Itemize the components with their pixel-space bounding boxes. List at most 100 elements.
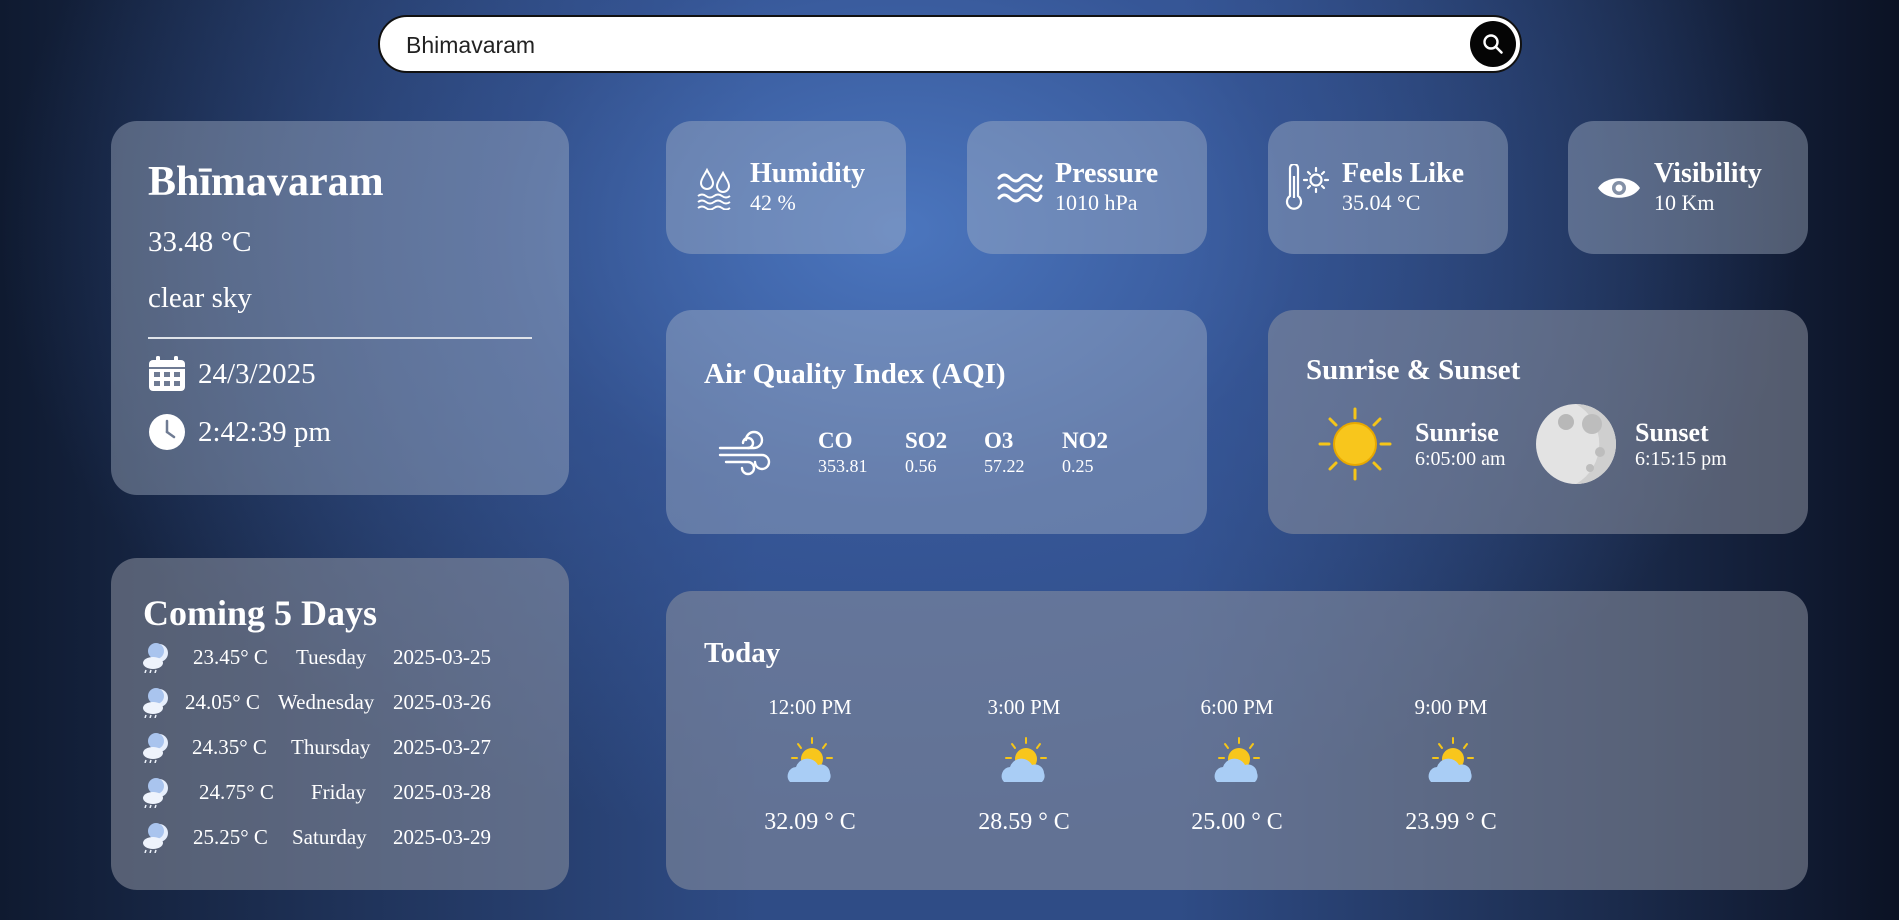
aqi-item-no2: NO2 0.25 bbox=[1062, 428, 1108, 477]
humidity-card: Humidity 42 % bbox=[666, 121, 906, 254]
forecast-card: Coming 5 Days 23.45° C Tuesday 2025-03-2… bbox=[111, 558, 569, 890]
forecast-row: 23.45° C Tuesday 2025-03-25 bbox=[141, 643, 501, 673]
forecast-date: 2025-03-26 bbox=[393, 690, 491, 714]
partly-cloudy-icon bbox=[1428, 737, 1474, 782]
aqi-item-value: 353.81 bbox=[818, 456, 868, 476]
wind-icon bbox=[718, 428, 774, 483]
aqi-item-name: CO bbox=[818, 428, 853, 453]
forecast-date: 2025-03-28 bbox=[393, 780, 491, 804]
city-name: Bhīmavaram bbox=[148, 159, 384, 205]
partly-cloudy-icon bbox=[1001, 737, 1047, 782]
hourly-slot: 9:00 PM 23.99 ° C bbox=[1381, 695, 1521, 836]
slot-temp: 28.59 ° C bbox=[978, 809, 1070, 835]
current-date: 24/3/2025 bbox=[198, 357, 316, 390]
divider bbox=[148, 337, 532, 339]
search-bar bbox=[378, 15, 1522, 73]
aqi-item-o3: O3 57.22 bbox=[984, 428, 1025, 477]
forecast-temp: 25.25° C bbox=[193, 825, 268, 849]
feels-like-card: Feels Like 35.04 °C bbox=[1268, 121, 1508, 254]
forecast-date: 2025-03-27 bbox=[393, 735, 491, 759]
visibility-label: Visibility bbox=[1654, 157, 1762, 189]
forecast-date: 2025-03-25 bbox=[393, 645, 491, 669]
humidity-label: Humidity bbox=[750, 157, 866, 189]
cloud-moon-icon bbox=[143, 823, 168, 853]
forecast-temp: 24.05° C bbox=[185, 690, 260, 714]
eye-icon bbox=[1594, 173, 1644, 203]
pressure-label: Pressure bbox=[1055, 157, 1159, 189]
aqi-card: Air Quality Index (AQI) CO 353.81 SO2 0.… bbox=[666, 310, 1207, 534]
sunrise-block: Sunrise 6:05:00 am bbox=[1415, 418, 1506, 471]
feels-like-value: 35.04 °C bbox=[1342, 189, 1421, 215]
visibility-value: 10 Km bbox=[1654, 189, 1715, 215]
aqi-item-so2: SO2 0.56 bbox=[905, 428, 947, 477]
forecast-day: Thursday bbox=[291, 735, 371, 759]
search-icon bbox=[1483, 34, 1503, 54]
sunset-time: 6:15:15 pm bbox=[1635, 448, 1727, 470]
pressure-card: Pressure 1010 hPa bbox=[967, 121, 1207, 254]
cloud-moon-icon bbox=[143, 778, 168, 808]
aqi-item-co: CO 353.81 bbox=[818, 428, 868, 477]
today-card: Today 12:00 PM 32.09 ° C 3:00 PM 28.59 °… bbox=[666, 591, 1808, 890]
forecast-row: 24.35° C Thursday 2025-03-27 bbox=[141, 733, 501, 763]
forecast-temp: 24.35° C bbox=[192, 735, 267, 759]
forecast-day: Friday bbox=[311, 780, 366, 804]
forecast-day: Tuesday bbox=[296, 645, 367, 669]
search-button[interactable] bbox=[1470, 21, 1516, 67]
pressure-value: 1010 hPa bbox=[1055, 189, 1138, 215]
slot-time: 12:00 PM bbox=[768, 695, 852, 719]
slot-temp: 23.99 ° C bbox=[1405, 809, 1497, 835]
date-row: 24/3/2025 bbox=[148, 356, 316, 392]
slot-temp: 25.00 ° C bbox=[1191, 809, 1283, 835]
hourly-slot: 3:00 PM 28.59 ° C bbox=[954, 695, 1094, 836]
sunset-block: Sunset 6:15:15 pm bbox=[1635, 418, 1727, 471]
cloud-moon-icon bbox=[143, 688, 168, 718]
forecast-row: 25.25° C Saturday 2025-03-29 bbox=[141, 823, 501, 853]
partly-cloudy-icon bbox=[1214, 737, 1260, 782]
forecast-title: Coming 5 Days bbox=[143, 593, 378, 633]
time-row: 2:42:39 pm bbox=[148, 413, 331, 451]
moon-icon bbox=[1536, 404, 1616, 484]
aqi-item-name: NO2 bbox=[1062, 428, 1108, 453]
aqi-item-name: SO2 bbox=[905, 428, 948, 453]
clock-icon bbox=[149, 414, 185, 450]
sunrise-time: 6:05:00 am bbox=[1415, 448, 1506, 470]
aqi-item-value: 57.22 bbox=[984, 456, 1025, 476]
hourly-slot: 6:00 PM 25.00 ° C bbox=[1167, 695, 1307, 836]
weather-description: clear sky bbox=[148, 282, 252, 314]
wave-icon bbox=[995, 171, 1045, 205]
cloud-moon-icon bbox=[143, 733, 168, 763]
sun-title: Sunrise & Sunset bbox=[1306, 354, 1521, 386]
slot-temp: 32.09 ° C bbox=[764, 809, 856, 835]
aqi-item-value: 0.56 bbox=[905, 456, 937, 476]
aqi-item-value: 0.25 bbox=[1062, 456, 1094, 476]
today-title: Today bbox=[704, 637, 781, 669]
forecast-temp: 24.75° C bbox=[199, 780, 274, 804]
aqi-item-name: O3 bbox=[984, 428, 1014, 453]
slot-time: 6:00 PM bbox=[1200, 695, 1274, 719]
forecast-date: 2025-03-29 bbox=[393, 825, 491, 849]
visibility-card: Visibility 10 Km bbox=[1568, 121, 1808, 254]
forecast-day: Saturday bbox=[292, 825, 367, 849]
thermometer-icon bbox=[1282, 163, 1332, 212]
forecast-row: 24.75° C Friday 2025-03-28 bbox=[141, 778, 501, 808]
sun-card: Sunrise & Sunset Sunrise 6:05:00 am Suns… bbox=[1268, 310, 1808, 534]
forecast-day: Wednesday bbox=[278, 690, 375, 714]
feels-like-label: Feels Like bbox=[1342, 157, 1465, 189]
hourly-slot: 12:00 PM 32.09 ° C bbox=[740, 695, 880, 836]
humidity-value: 42 % bbox=[750, 189, 796, 215]
current-temperature: 33.48 °C bbox=[148, 226, 252, 258]
sunset-label: Sunset bbox=[1635, 418, 1709, 447]
slot-time: 3:00 PM bbox=[987, 695, 1061, 719]
sun-icon bbox=[1318, 407, 1392, 481]
cloud-moon-icon bbox=[143, 643, 168, 673]
forecast-temp: 23.45° C bbox=[193, 645, 268, 669]
search-input[interactable] bbox=[404, 29, 1448, 61]
calendar-icon bbox=[149, 356, 185, 391]
aqi-title: Air Quality Index (AQI) bbox=[704, 358, 1006, 390]
current-time: 2:42:39 pm bbox=[198, 415, 331, 448]
slot-time: 9:00 PM bbox=[1414, 695, 1488, 719]
forecast-row: 24.05° C Wednesday 2025-03-26 bbox=[141, 688, 501, 718]
partly-cloudy-icon bbox=[787, 737, 833, 782]
humidity-icon bbox=[690, 166, 740, 210]
sunrise-label: Sunrise bbox=[1415, 418, 1499, 447]
